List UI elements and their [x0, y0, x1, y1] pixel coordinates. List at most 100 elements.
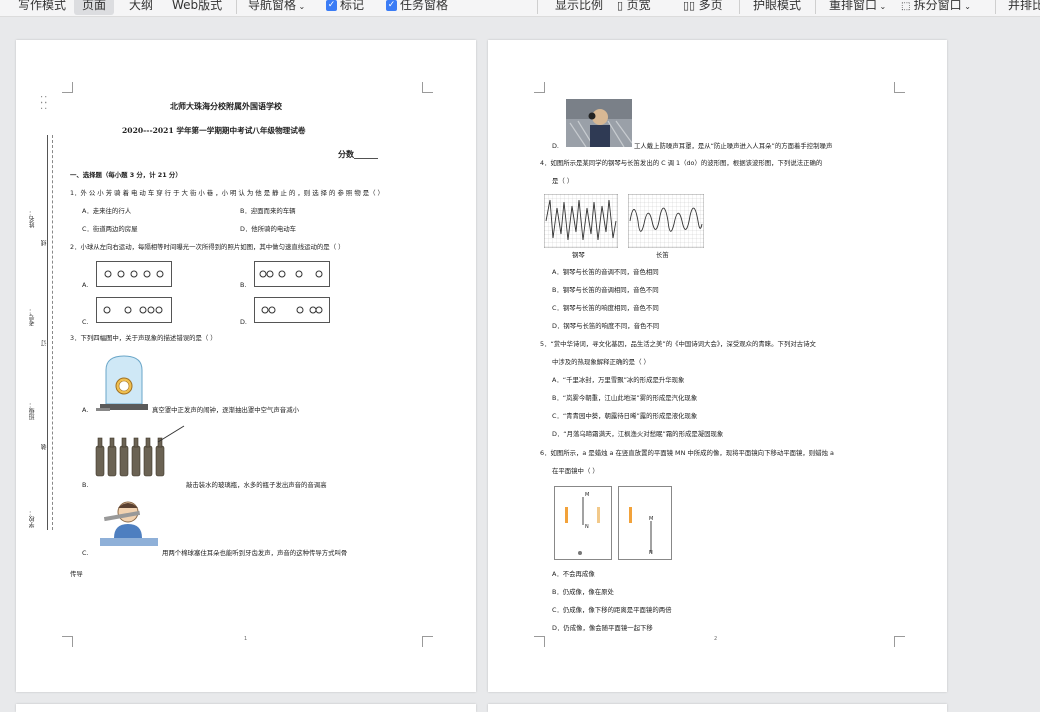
q3-option-a: 真空罩中正发声的闹钟，逐渐抽出罩中空气声音减小 — [152, 406, 299, 414]
side-ding-label: 订 — [41, 340, 48, 346]
flute-waveform — [628, 194, 704, 248]
question-4-continued: 是（ ） — [552, 177, 574, 185]
arrange-label: 重排窗口 — [829, 0, 878, 12]
q2-option-d: D. — [240, 318, 247, 326]
document-page-3 — [16, 704, 476, 712]
chevron-down-icon: ⌄ — [961, 2, 971, 11]
toolbar-separator — [236, 0, 237, 14]
vacuum-bell-jar-image — [96, 355, 148, 411]
q2-option-a: A. — [82, 281, 89, 289]
task-pane-checkbox[interactable]: ✓ 任务窗格 — [386, 0, 448, 15]
task-pane-label: 任务窗格 — [400, 0, 449, 12]
zoom-button[interactable]: 显示比例 — [555, 0, 603, 15]
q3-option-d-label: D. — [552, 142, 559, 150]
q3-option-c-continued: 传导 — [70, 570, 83, 578]
question-6-continued: 在平面镜中（ ） — [552, 467, 599, 475]
q5-option-c: C．“青青园中葵，朝露待日晞”露的形成是液化现象 — [552, 412, 698, 420]
margin-corner — [894, 82, 905, 93]
side-id-label: 考号： — [29, 308, 36, 326]
exam-title: 2020---2021 学年第一学期期中考试八年级物理试卷 — [122, 126, 306, 135]
multi-page-label: 多页 — [698, 0, 723, 12]
ball-sequence-figure — [261, 306, 323, 314]
margin-corner — [534, 636, 545, 647]
margin-corner — [422, 636, 433, 647]
binding-line — [47, 135, 48, 530]
q4-option-b: B．钢琴与长笛的音调相同，音色不同 — [552, 286, 659, 294]
side-name-label: 姓名： — [29, 210, 36, 228]
q1-option-a: A．走来往的行人 — [82, 207, 132, 215]
q6-option-b: B．仍成像，像在原处 — [552, 588, 614, 596]
page-number: 1 — [244, 636, 248, 642]
q3-option-c-label: C. — [82, 549, 89, 557]
q6-option-a: A．不会再成像 — [552, 570, 595, 578]
q3-option-b: 敲击装水的玻璃瓶，水多的瓶子发出声音的音调高 — [186, 481, 327, 489]
mark-checkbox[interactable]: ✓ 标记 — [326, 0, 364, 15]
web-layout-button[interactable]: Web版式 — [172, 0, 222, 15]
document-page-1: ⁚⁚ ⁚⁚ 姓名： 线 考号： 订 班级： 装 学校： 北师大珠海分校附属外国语学… — [16, 40, 476, 692]
outline-button[interactable]: 大纲 — [129, 0, 153, 15]
document-page-4 — [488, 704, 947, 712]
q3-option-b-label: B. — [82, 481, 89, 489]
ball-sequence-figure — [103, 306, 163, 314]
mirror-figure-before: M N — [554, 486, 612, 560]
margin-corner — [62, 82, 73, 93]
q1-option-c: C．街道两边的房屋 — [82, 225, 138, 233]
single-page-button[interactable]: ▯ 页宽 — [617, 0, 651, 15]
write-mode-button[interactable]: 写作模式 — [18, 0, 66, 15]
q3-option-c: 用两个棉球塞住耳朵也能听到牙齿发声，声音的这种传导方式叫骨 — [162, 549, 348, 557]
ball-sequence-figure — [104, 270, 164, 278]
ball-sequence-figure — [259, 270, 323, 278]
score-field: 分数______ — [338, 149, 378, 159]
side-by-side-button[interactable]: 并排比 — [1008, 0, 1040, 15]
q6-option-d: D．仍成像，像会随平面镜一起下移 — [552, 624, 653, 632]
q2-figure-d — [254, 297, 330, 323]
arrange-dropdown[interactable]: 重排窗口 ⌄ — [829, 0, 886, 15]
q2-option-c: C. — [82, 318, 89, 326]
q5-option-a: A．“千里冰封，万里雪飘”冰的形成是升华现象 — [552, 376, 685, 384]
question-6: 6．如图所示，a 是蜡烛 a 在竖直放置的平面镜 MN 中所成的像，现将平面镜向… — [540, 449, 834, 457]
side-school-label: 学校： — [29, 510, 36, 528]
piano-waveform — [544, 194, 618, 248]
flute-label: 长笛 — [656, 251, 669, 259]
question-1: 1．外 公 小 芳 骑 着 电 动 车 穿 行 于 大 街 小 巷 ，小 明 认… — [70, 189, 384, 197]
question-5: 5．“赏中华诗词，寻文化基因，品生活之美”的《中国诗词大会》，深受观众的青睐。下… — [540, 340, 816, 348]
single-page-label: 页宽 — [626, 0, 651, 12]
question-3: 3．下列四幅图中，关于声现象的描述错误的是（ ） — [70, 334, 217, 342]
nav-pane-dropdown[interactable]: 导航窗格 ⌄ — [248, 0, 305, 15]
q2-option-b: B. — [240, 281, 247, 289]
question-4: 4．如图所示是某同学的钢琴与长笛发出的 C 调 1（do）的波形图，根据该波形图… — [540, 159, 823, 167]
margin-corner — [422, 82, 433, 93]
checkmark-icon: ✓ — [326, 0, 337, 11]
toolbar-separator — [537, 0, 538, 14]
side-zhuang-label: 装 — [41, 444, 48, 450]
binding-dash-line — [52, 135, 53, 530]
eye-mode-button[interactable]: 护眼模式 — [753, 0, 801, 15]
candle-mirror-drawing — [629, 507, 652, 553]
split-label: 拆分窗口 — [913, 0, 962, 12]
checkmark-icon: ✓ — [386, 0, 397, 11]
toolbar-separator — [995, 0, 996, 14]
margin-corner — [894, 636, 905, 647]
piano-label: 钢琴 — [572, 251, 585, 259]
q3-option-d: 工人戴上防噪声耳罩，是从“防止噪声进入人耳朵”的方面着手控制噪声 — [634, 142, 833, 150]
question-2: 2．小球从左向右运动，每隔相等时间曝光一次所得到的照片如图，其中做匀速直线运动的… — [70, 243, 345, 251]
drag-handle-icon[interactable]: ⁚⁚ ⁚⁚ — [40, 96, 48, 112]
section-title: 一、选择题（每小题 3 分，计 21 分） — [70, 171, 182, 179]
nav-pane-label: 导航窗格 — [248, 0, 297, 12]
side-line-label: 线 — [41, 240, 48, 246]
page-icon: ▯ — [617, 0, 627, 12]
multi-page-button[interactable]: ▯▯ 多页 — [683, 0, 723, 15]
worker-earmuffs-image — [566, 99, 632, 147]
q1-option-b: B．迎面而来的车辆 — [240, 207, 296, 215]
toolbar-separator — [815, 0, 816, 14]
margin-corner — [534, 82, 545, 93]
q6-option-c: C．仍成像，像下移的距离是平面镜的两倍 — [552, 606, 672, 614]
page-view-button[interactable]: 页面 — [74, 0, 115, 15]
water-bottles-image — [95, 425, 185, 477]
candle-mirror-drawing — [565, 497, 600, 555]
boy-bone-conduction-image — [100, 501, 158, 546]
q5-option-b: B．“岚雾今朝重，江山此地深”雾的形成是汽化现象 — [552, 394, 698, 402]
document-page-2: D. 工人戴上防噪声耳罩，是从“防止噪声进入人耳朵”的方面着手控制噪声 4．如图… — [488, 40, 947, 692]
split-dropdown[interactable]: ⬚ 拆分窗口 ⌄ — [901, 0, 971, 15]
q4-option-a: A．钢琴与长笛的音调不同，音色相同 — [552, 268, 659, 276]
